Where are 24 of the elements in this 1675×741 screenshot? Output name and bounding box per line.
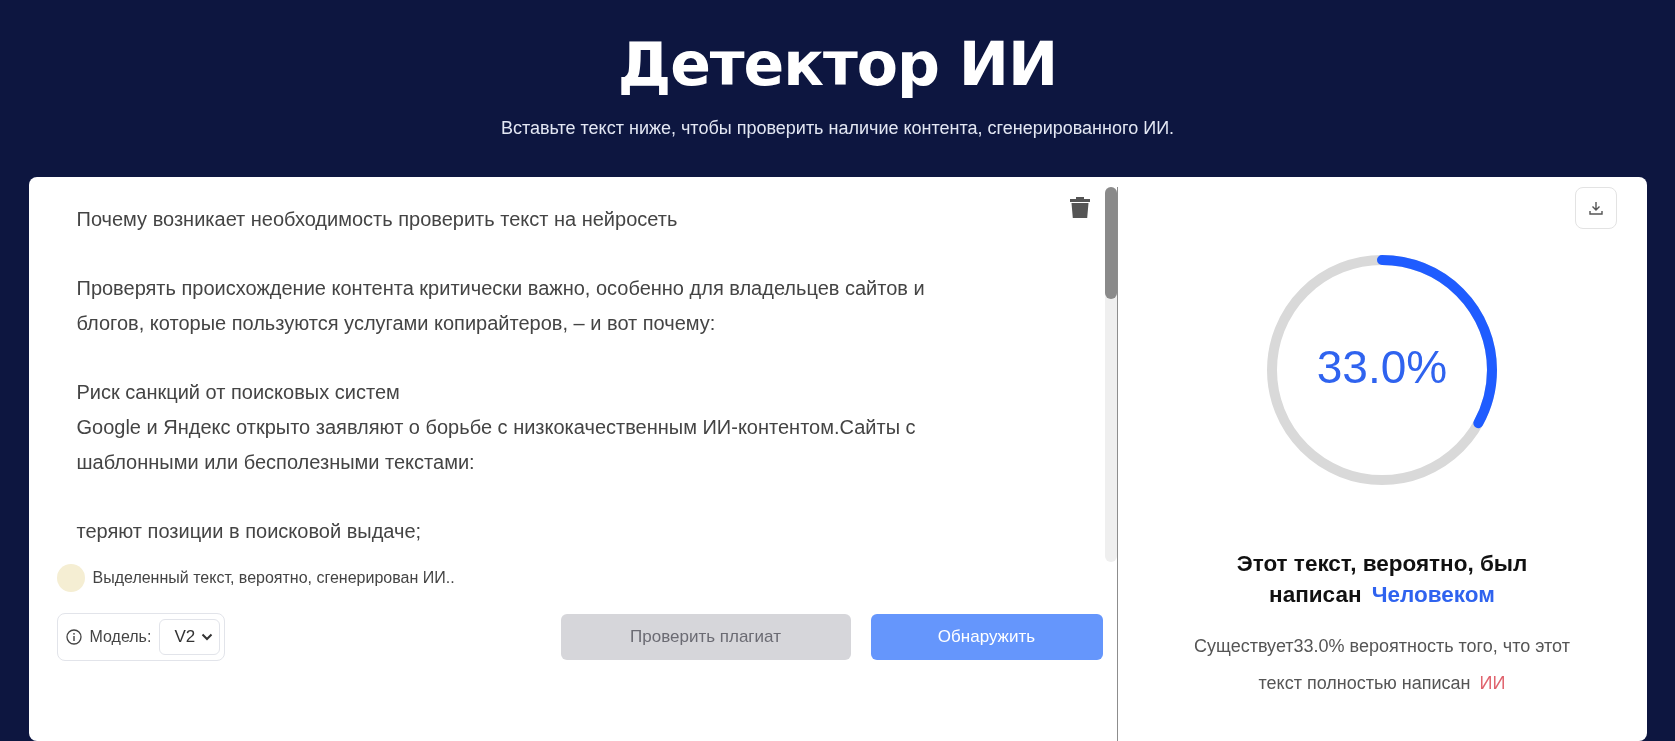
trash-icon[interactable] [1068,195,1091,219]
text-line: Проверять происхождение контента критически важно, особенно для владельцев сайтов и [76,276,926,301]
text-line: шаблонными или бесполезными текстами: [76,450,476,475]
page-title: Детектор ИИ [617,28,1058,100]
text-line: Почему возникает необходимость проверить текст на нейросеть [76,207,679,232]
info-icon [65,629,82,645]
scrollbar-thumb[interactable] [1104,187,1117,299]
detect-button[interactable]: Обнаружить [870,614,1103,660]
download-icon [1587,200,1604,216]
text-line: теряют позиции в поисковой выдаче; [76,519,423,544]
legend-dot [56,564,85,592]
text-line: блогов, которые пользуются услугами копирайтеров, – и вот почему: [76,311,717,336]
page-subtitle: Вставьте текст ниже, чтобы проверить наличие контента, сгенерированного ИИ. [500,118,1175,139]
result-heading: Этот текст, вероятно, был написан Человеком [1235,550,1529,609]
result-description: Существует33.0% вероятность того, что этот текст полностью написан ИИ [1193,635,1571,695]
chevron-icon [201,633,214,641]
score-percent: 33.0% [1315,340,1449,394]
text-line: Google и Яндекс открыто заявляют о борьбе с низкокачественным ИИ-контентом.Сайты с [76,415,917,440]
text-line: Риск санкций от поисковых систем [76,380,401,405]
model-label: Модель: [89,628,152,646]
legend-text: Выделенный текст, вероятно, сгенерирован ИИ.. [92,569,455,587]
model-dropdown[interactable]: V2 [159,619,221,655]
download-button[interactable] [1574,187,1617,229]
check-plagiarism-button[interactable]: Проверить плагиат [560,614,851,660]
